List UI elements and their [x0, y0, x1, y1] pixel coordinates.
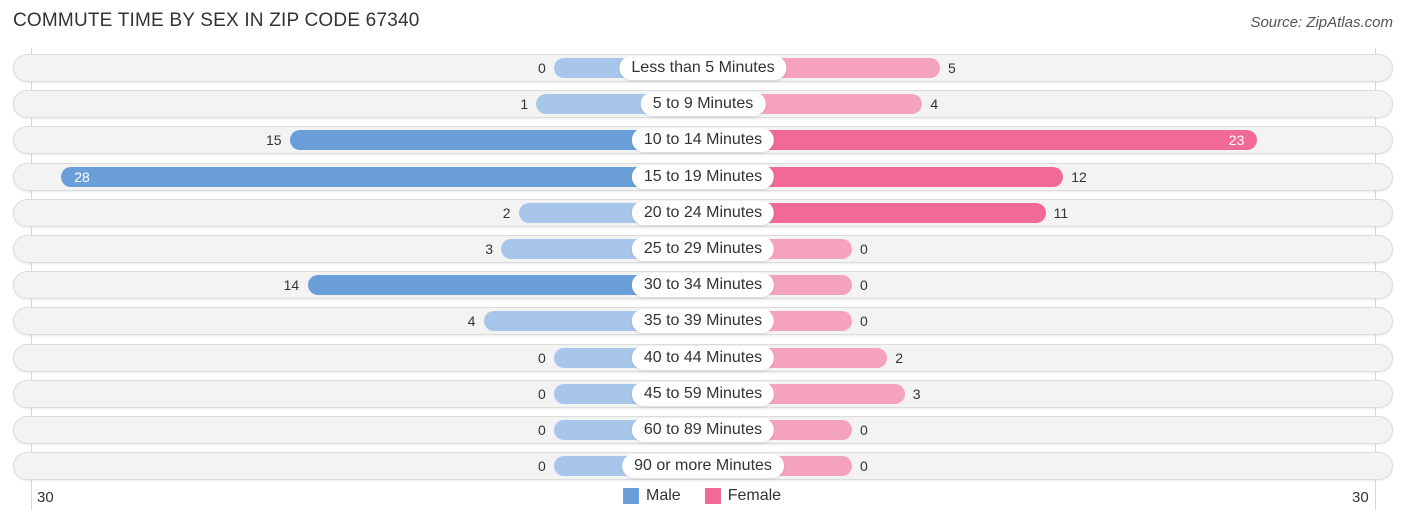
value-label-female: 23 — [1228, 132, 1245, 149]
chart-title: COMMUTE TIME BY SEX IN ZIP CODE 67340 — [13, 10, 420, 31]
category-label: 5 to 9 Minutes — [640, 92, 766, 117]
legend-item-male: Male — [623, 487, 681, 505]
value-label-male: 0 — [538, 458, 546, 475]
value-label-male: 28 — [74, 168, 90, 185]
value-label-female: 4 — [930, 96, 939, 113]
category-label: 15 to 19 Minutes — [631, 164, 775, 189]
value-label-female: 2 — [895, 349, 903, 366]
category-label: 20 to 24 Minutes — [631, 200, 775, 225]
value-label-male: 0 — [538, 422, 546, 438]
legend-label-female: Female — [727, 487, 782, 504]
category-label: 30 to 34 Minutes — [631, 273, 775, 298]
value-label-male: 0 — [538, 385, 546, 402]
bar-male — [61, 166, 703, 187]
value-label-female: 11 — [1053, 204, 1069, 221]
legend-label-male: Male — [646, 487, 681, 504]
bar-female — [703, 130, 1257, 151]
value-label-female: 3 — [912, 385, 921, 402]
value-label-female: 0 — [860, 241, 868, 257]
value-label-male: 3 — [485, 241, 493, 257]
category-label: 45 to 59 Minutes — [631, 381, 775, 406]
value-label-female: 0 — [860, 422, 868, 438]
axis-label-right: 30 — [1352, 489, 1369, 506]
value-label-male: 1 — [520, 96, 529, 113]
legend-item-female: Female — [704, 487, 782, 505]
value-label-female: 0 — [860, 277, 868, 294]
value-label-male: 14 — [283, 277, 300, 294]
category-label: Less than 5 Minutes — [619, 56, 787, 80]
category-label: 40 to 44 Minutes — [631, 345, 775, 370]
value-label-female: 5 — [948, 60, 956, 76]
value-label-male: 15 — [266, 132, 282, 149]
category-label: 90 or more Minutes — [622, 454, 784, 479]
source-attribution: Source: ZipAtlas.com — [1250, 14, 1393, 31]
value-label-male: 0 — [538, 349, 546, 366]
category-label: 10 to 14 Minutes — [631, 128, 775, 153]
category-label: 60 to 89 Minutes — [631, 418, 775, 442]
legend: Male Female — [623, 487, 805, 505]
value-label-female: 12 — [1071, 168, 1087, 185]
axis-label-left: 30 — [37, 489, 54, 506]
legend-swatch-female — [704, 488, 721, 504]
category-label: 25 to 29 Minutes — [631, 237, 775, 261]
value-label-male: 0 — [538, 60, 546, 76]
value-label-male: 4 — [467, 313, 476, 330]
value-label-male: 2 — [502, 204, 511, 221]
category-label: 35 to 39 Minutes — [631, 309, 775, 334]
value-label-female: 0 — [860, 313, 868, 330]
value-label-female: 0 — [860, 458, 868, 475]
legend-swatch-male — [623, 488, 639, 504]
